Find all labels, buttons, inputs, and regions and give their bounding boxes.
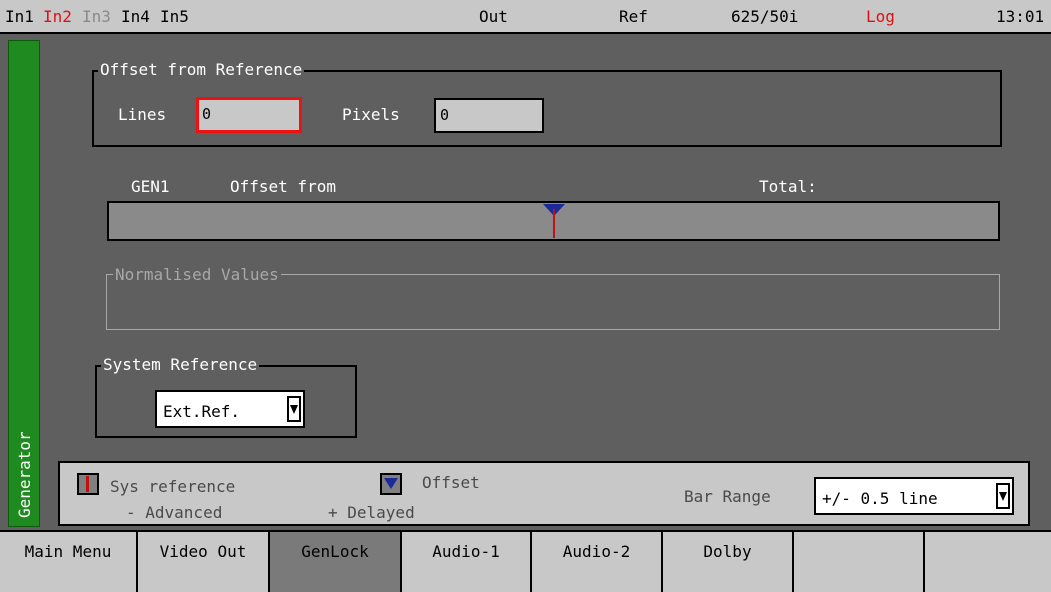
total-label: Total: <box>759 177 817 196</box>
normalised-values-group: Normalised Values <box>106 265 1000 330</box>
softkey-empty-7[interactable] <box>794 530 925 592</box>
lines-label: Lines <box>118 105 167 124</box>
status-time: 13:01 <box>996 7 1045 26</box>
bar-range-label: Bar Range <box>684 487 771 506</box>
offset-legend-label: Offset <box>422 473 480 492</box>
softkey-video-out[interactable]: Video Out <box>138 530 270 592</box>
offset-from-reference-group: Offset from Reference Lines 0 Pixels 0 <box>92 60 1002 147</box>
system-reference-value: Ext.Ref. <box>163 402 241 421</box>
bar-range-dropdown[interactable]: +/- 0.5 line <box>814 477 1014 515</box>
gen1-label: GEN1 <box>131 177 170 196</box>
offset-bar <box>107 201 1000 241</box>
bar-range-value: +/- 0.5 line <box>822 489 938 508</box>
sys-reference-label: Sys reference <box>110 477 236 496</box>
dropdown-arrow-icon[interactable] <box>287 396 301 422</box>
softkey-dolby[interactable]: Dolby <box>663 530 794 592</box>
input-in3[interactable]: In3 <box>82 7 111 26</box>
offset-swatch-icon <box>380 473 402 495</box>
input-in4[interactable]: In4 <box>121 7 150 26</box>
input-in1[interactable]: In1 <box>5 7 34 26</box>
advanced-label: - Advanced <box>126 503 223 522</box>
normalised-values-legend: Normalised Values <box>113 265 281 284</box>
status-bar: In1 In2 In3 In4 In5 Out Ref 625/50i Log … <box>0 0 1051 34</box>
status-log: Log <box>866 7 895 26</box>
status-ref: Ref <box>619 7 648 26</box>
softkey-bar: Main Menu Video Out GenLock Audio-1 Audi… <box>0 530 1051 592</box>
softkey-label: Main Menu <box>24 542 112 561</box>
system-reference-group: System Reference Ext.Ref. <box>95 355 357 438</box>
softkey-label: Dolby <box>703 542 752 561</box>
generator-side-tab[interactable]: Generator <box>8 40 40 527</box>
input-in5[interactable]: In5 <box>160 7 189 26</box>
system-reference-dropdown[interactable]: Ext.Ref. <box>155 390 305 428</box>
generator-tab-label: Generator <box>15 431 34 518</box>
status-format: 625/50i <box>731 7 799 26</box>
softkey-empty-8[interactable] <box>925 530 1051 592</box>
pixels-input[interactable]: 0 <box>434 98 544 133</box>
bottom-legend-panel: Sys reference - Advanced Offset + Delaye… <box>58 461 1030 526</box>
offset-from-reference-legend: Offset from Reference <box>98 60 305 79</box>
softkey-audio-1[interactable]: Audio-1 <box>402 530 532 592</box>
dropdown-arrow-icon[interactable] <box>996 483 1010 509</box>
delayed-label: + Delayed <box>328 503 415 522</box>
input-in2[interactable]: In2 <box>43 7 72 26</box>
softkey-label: Video Out <box>159 542 247 561</box>
system-reference-legend: System Reference <box>101 355 260 374</box>
offset-marker-icon <box>543 204 565 238</box>
status-out: Out <box>479 7 508 26</box>
offset-from-label: Offset from <box>230 177 336 196</box>
pixels-label: Pixels <box>342 105 400 124</box>
softkey-label: GenLock <box>301 542 369 561</box>
softkey-audio-2[interactable]: Audio-2 <box>532 530 663 592</box>
lines-input[interactable]: 0 <box>196 97 302 133</box>
softkey-genlock[interactable]: GenLock <box>270 530 402 592</box>
softkey-label: Audio-1 <box>432 542 500 561</box>
softkey-main-menu[interactable]: Main Menu <box>0 530 138 592</box>
softkey-label: Audio-2 <box>562 542 631 561</box>
sys-reference-swatch-icon <box>77 473 99 495</box>
